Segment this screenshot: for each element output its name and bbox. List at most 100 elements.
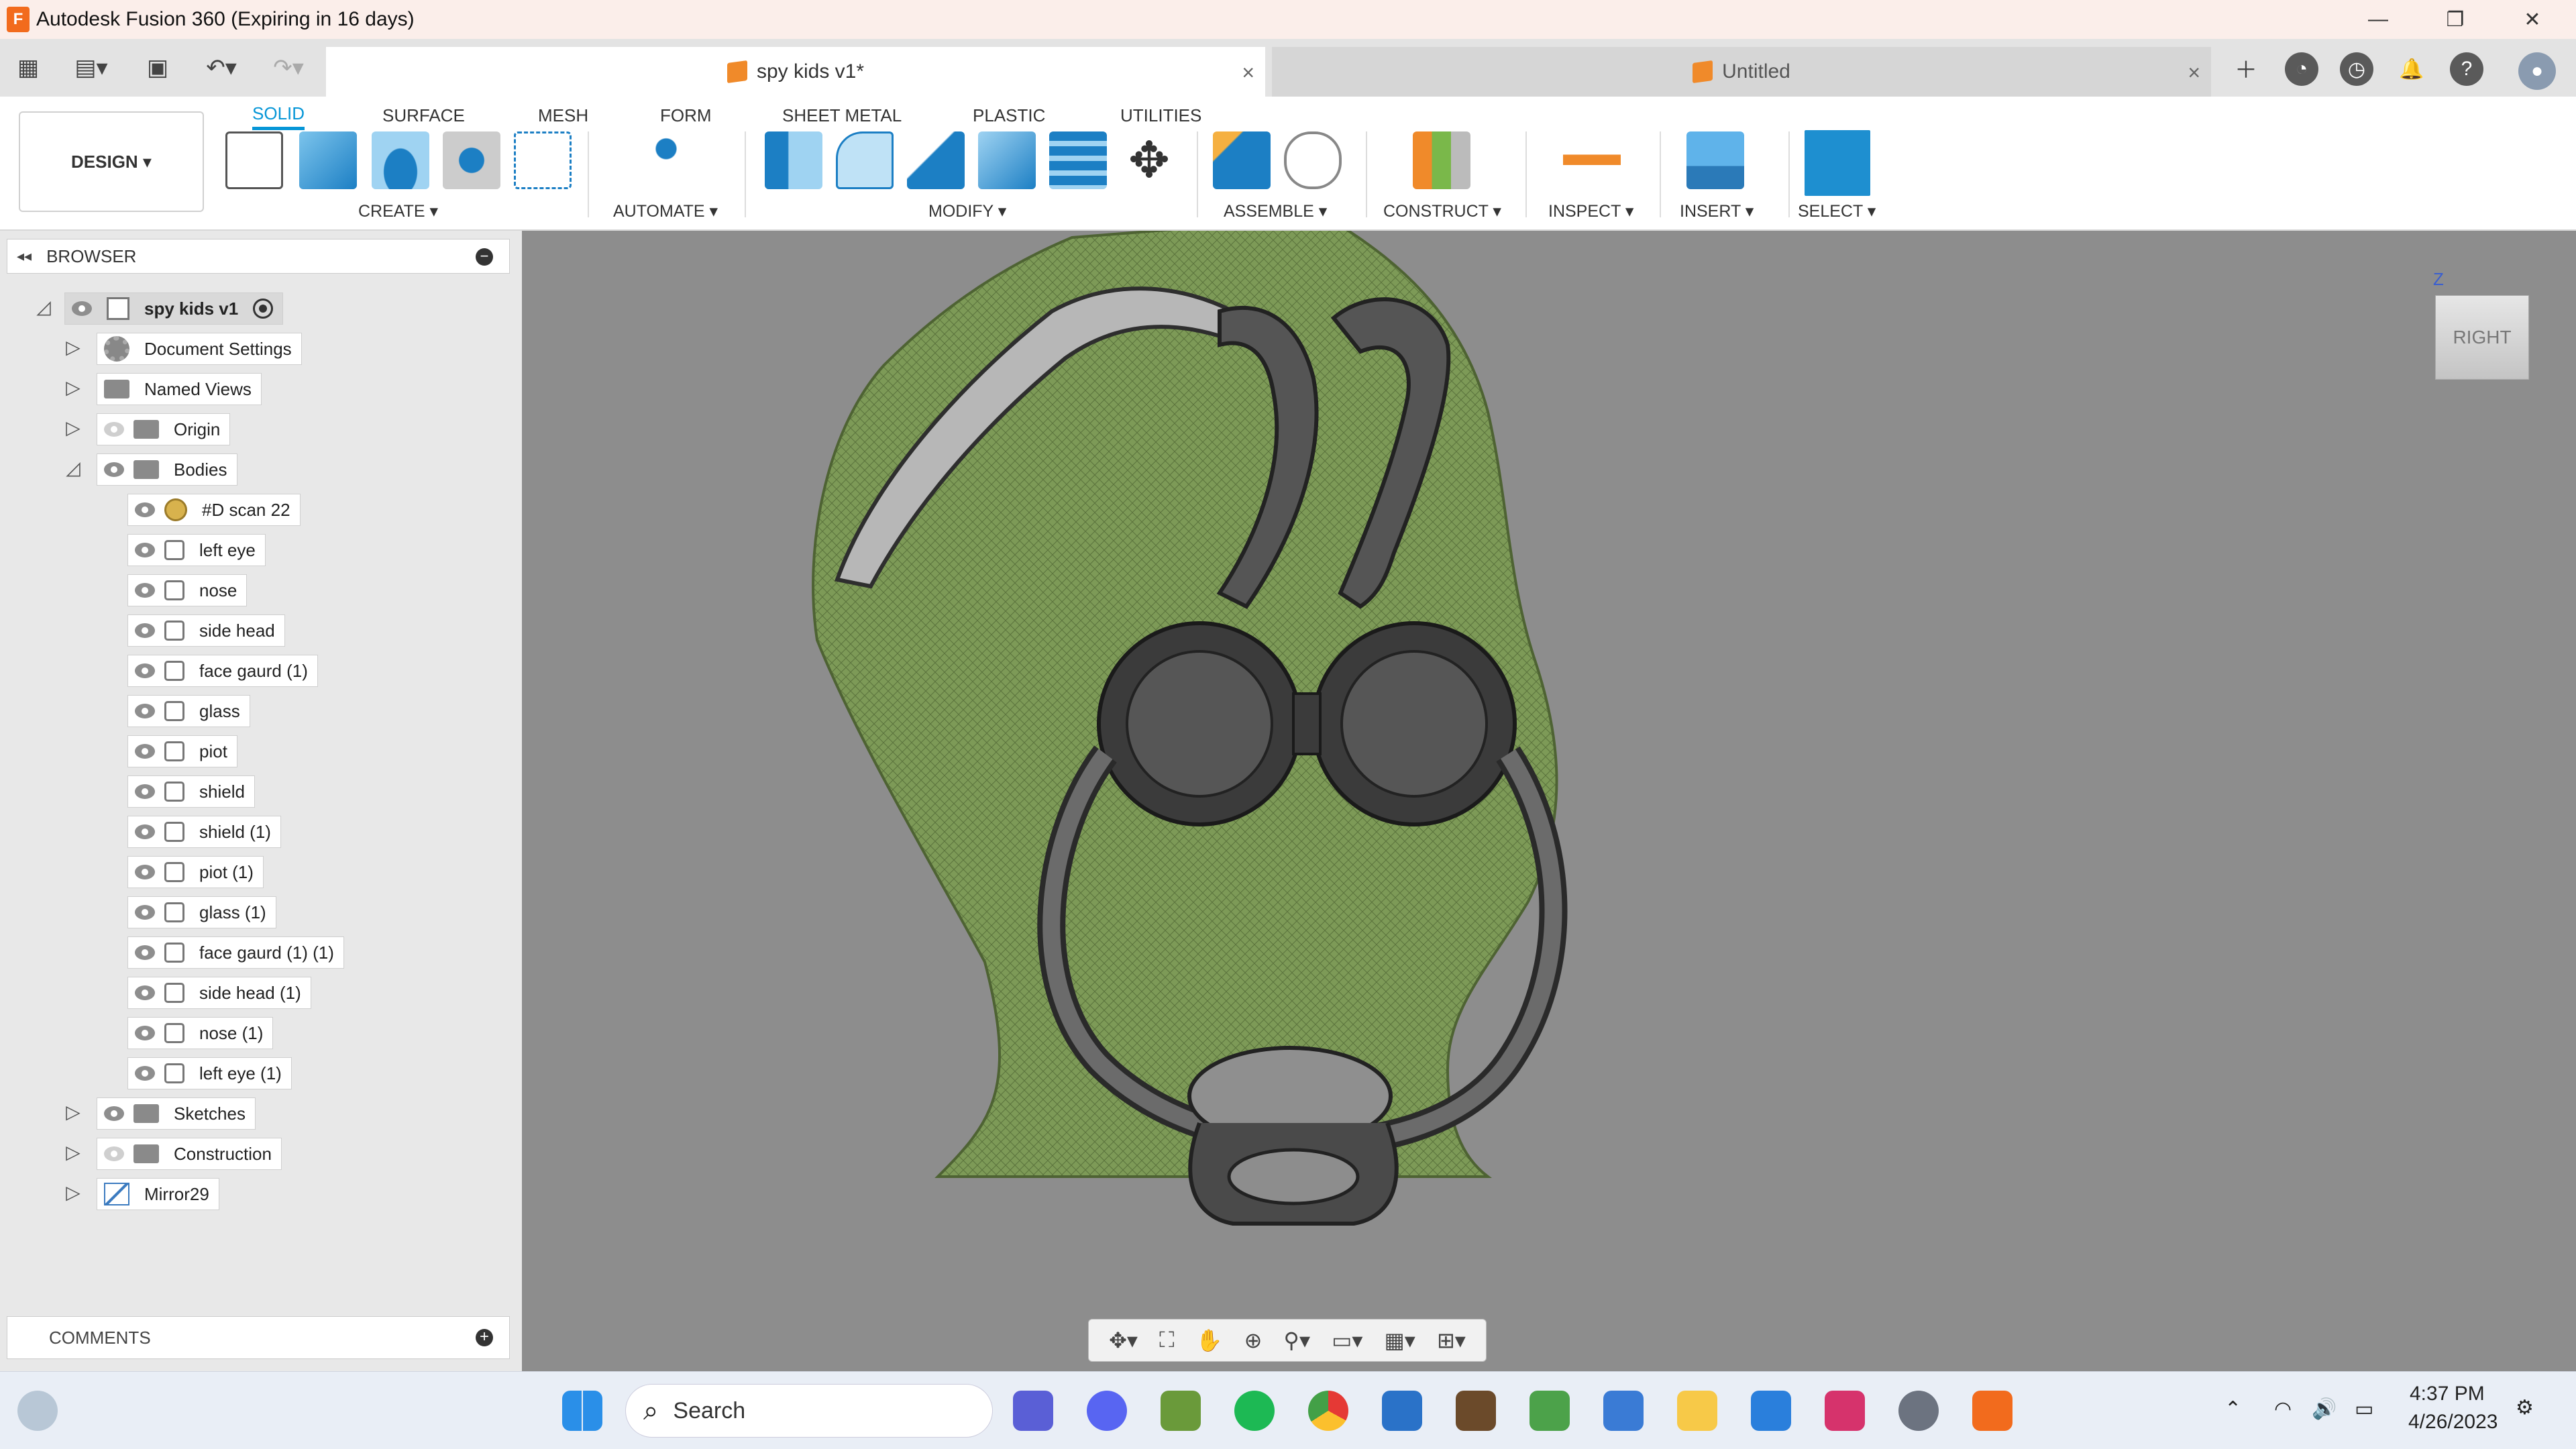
new-tab-icon[interactable]: ＋ bbox=[2226, 51, 2266, 85]
discord-icon[interactable] bbox=[1087, 1391, 1127, 1431]
body-item[interactable]: piot (1) bbox=[127, 855, 264, 890]
tab-mesh[interactable]: MESH bbox=[538, 101, 588, 130]
tab-utilities[interactable]: UTILITIES bbox=[1120, 101, 1201, 130]
visibility-eye-icon[interactable] bbox=[135, 985, 155, 1000]
combine-icon[interactable] bbox=[978, 131, 1036, 189]
restore-button[interactable]: ❐ bbox=[2418, 0, 2492, 39]
expand-triangle-icon[interactable]: ▷ bbox=[63, 417, 83, 438]
visibility-eye-icon[interactable] bbox=[104, 462, 124, 477]
workspace-switcher-button[interactable]: DESIGN ▾ bbox=[19, 111, 204, 212]
grid-settings-icon[interactable]: ▦▾ bbox=[1385, 1328, 1415, 1353]
viewcube[interactable]: RIGHT Z bbox=[2433, 269, 2529, 380]
body-item[interactable]: face gaurd (1) (1) bbox=[127, 935, 344, 970]
insert-menu[interactable]: INSERT ▾ bbox=[1680, 201, 1754, 221]
minecraft-education-icon[interactable] bbox=[1529, 1391, 1570, 1431]
start-windows-icon[interactable] bbox=[562, 1391, 602, 1431]
browser-node-named-views[interactable]: Named Views bbox=[97, 372, 262, 407]
browser-node-mirror29[interactable]: Mirror29 bbox=[97, 1177, 219, 1212]
minimize-browser-icon[interactable]: − bbox=[476, 248, 493, 266]
tab-plastic[interactable]: PLASTIC bbox=[973, 101, 1045, 130]
data-panel-grid-icon[interactable]: ▦ bbox=[12, 51, 44, 85]
tab-surface[interactable]: SURFACE bbox=[382, 101, 465, 130]
zoom-icon[interactable]: ⊕ bbox=[1244, 1328, 1263, 1353]
hidden-eye-icon[interactable] bbox=[104, 422, 124, 437]
hidden-eye-icon[interactable] bbox=[104, 1146, 124, 1161]
settings-gear-icon[interactable] bbox=[1898, 1391, 1939, 1431]
browser-node-origin[interactable]: Origin bbox=[97, 412, 231, 447]
visibility-eye-icon[interactable] bbox=[135, 784, 155, 799]
body-item[interactable]: side head bbox=[127, 613, 285, 648]
joint-icon[interactable] bbox=[1284, 131, 1342, 189]
microsoft-store-icon[interactable] bbox=[1382, 1391, 1422, 1431]
spotify-icon[interactable] bbox=[1234, 1391, 1275, 1431]
hole-icon[interactable] bbox=[443, 131, 500, 189]
taskbar-search[interactable]: ⌕ Search bbox=[625, 1384, 993, 1438]
automate-icon[interactable] bbox=[637, 131, 695, 189]
body-item[interactable]: side head (1) bbox=[127, 975, 311, 1010]
clock-date[interactable]: 4/26/2023 bbox=[2408, 1411, 2498, 1434]
close-tab-icon[interactable]: × bbox=[1242, 60, 1254, 85]
close-window-button[interactable]: ✕ bbox=[2496, 0, 2569, 39]
split-body-icon[interactable] bbox=[1049, 131, 1107, 189]
shell-icon[interactable] bbox=[907, 131, 965, 189]
pattern-icon[interactable] bbox=[514, 131, 572, 189]
body-item[interactable]: shield bbox=[127, 774, 255, 809]
body-item[interactable]: nose bbox=[127, 573, 248, 608]
move-copy-icon[interactable]: ✥ bbox=[1120, 131, 1178, 189]
look-at-icon[interactable]: ⛶ bbox=[1159, 1328, 1174, 1353]
browser-node-sketches[interactable]: Sketches bbox=[97, 1096, 256, 1131]
tab-untitled[interactable]: Untitled × bbox=[1272, 47, 2211, 97]
collapse-triangle-icon[interactable]: ◿ bbox=[63, 458, 83, 478]
browser-node-bodies[interactable]: Bodies bbox=[97, 452, 237, 487]
notification-center-icon[interactable]: ⚙ bbox=[2516, 1396, 2534, 1419]
browser-root-node[interactable]: spy kids v1 bbox=[64, 291, 284, 326]
automate-menu[interactable]: AUTOMATE ▾ bbox=[613, 201, 718, 221]
comments-panel[interactable]: COMMENTS + bbox=[7, 1316, 510, 1359]
measure-icon[interactable] bbox=[1563, 131, 1621, 189]
extensions-icon[interactable]: ◔ bbox=[2285, 52, 2318, 86]
press-pull-icon[interactable] bbox=[765, 131, 822, 189]
file-menu-icon[interactable]: ▤▾ bbox=[64, 51, 118, 85]
offset-plane-icon[interactable] bbox=[1413, 131, 1470, 189]
3d-viewport[interactable]: RIGHT Z bbox=[522, 231, 2576, 1371]
pan-hand-icon[interactable]: ✋ bbox=[1196, 1328, 1223, 1353]
visibility-eye-icon[interactable] bbox=[135, 663, 155, 678]
visibility-eye-icon[interactable] bbox=[135, 1026, 155, 1040]
inspect-menu[interactable]: INSPECT ▾ bbox=[1548, 201, 1633, 221]
browser-node-construction[interactable]: Construction bbox=[97, 1136, 282, 1171]
body-item[interactable]: shield (1) bbox=[127, 814, 281, 849]
file-explorer-icon[interactable] bbox=[1677, 1391, 1717, 1431]
body-item[interactable]: glass bbox=[127, 694, 250, 729]
expand-triangle-icon[interactable]: ▷ bbox=[63, 1102, 83, 1122]
redo-icon[interactable]: ↷▾ bbox=[262, 51, 315, 85]
clock-time[interactable]: 4:37 PM bbox=[2410, 1383, 2485, 1405]
minecraft-icon[interactable] bbox=[1161, 1391, 1201, 1431]
assemble-menu[interactable]: ASSEMBLE ▾ bbox=[1224, 201, 1327, 221]
job-status-icon[interactable]: ◷ bbox=[2340, 52, 2373, 86]
battery-icon[interactable]: ▭ bbox=[2355, 1397, 2373, 1421]
expand-triangle-icon[interactable]: ▷ bbox=[63, 1182, 83, 1203]
construct-menu[interactable]: CONSTRUCT ▾ bbox=[1383, 201, 1501, 221]
fusion360-taskbar-icon[interactable] bbox=[1972, 1391, 2012, 1431]
tab-sheet-metal[interactable]: SHEET METAL bbox=[782, 101, 902, 130]
collapse-triangle-icon[interactable]: ◿ bbox=[34, 297, 54, 317]
creative-cloud-icon[interactable] bbox=[1825, 1391, 1865, 1431]
create-sketch-icon[interactable] bbox=[225, 131, 283, 189]
notifications-bell-icon[interactable]: 🔔 bbox=[2395, 52, 2428, 86]
close-tab-icon[interactable]: × bbox=[2188, 60, 2200, 85]
expand-triangle-icon[interactable]: ▷ bbox=[63, 337, 83, 358]
body-item[interactable]: face gaurd (1) bbox=[127, 653, 318, 688]
weather-icon[interactable] bbox=[17, 1391, 58, 1431]
insert-image-icon[interactable] bbox=[1686, 131, 1744, 189]
select-icon[interactable] bbox=[1805, 130, 1870, 196]
expand-triangle-icon[interactable]: ▷ bbox=[63, 1142, 83, 1163]
chrome-icon[interactable] bbox=[1308, 1391, 1348, 1431]
tab-spy-kids-v1[interactable]: spy kids v1* × bbox=[326, 47, 1265, 97]
create-menu[interactable]: CREATE ▾ bbox=[358, 201, 438, 221]
wifi-icon[interactable]: ◠ bbox=[2274, 1397, 2292, 1421]
save-icon[interactable]: ▣ bbox=[141, 51, 174, 85]
body-item[interactable]: #D scan 22 bbox=[127, 492, 301, 527]
goggle-bridge[interactable] bbox=[1292, 692, 1322, 755]
modify-menu[interactable]: MODIFY ▾ bbox=[928, 201, 1006, 221]
orbit-icon[interactable]: ✥▾ bbox=[1109, 1328, 1138, 1353]
